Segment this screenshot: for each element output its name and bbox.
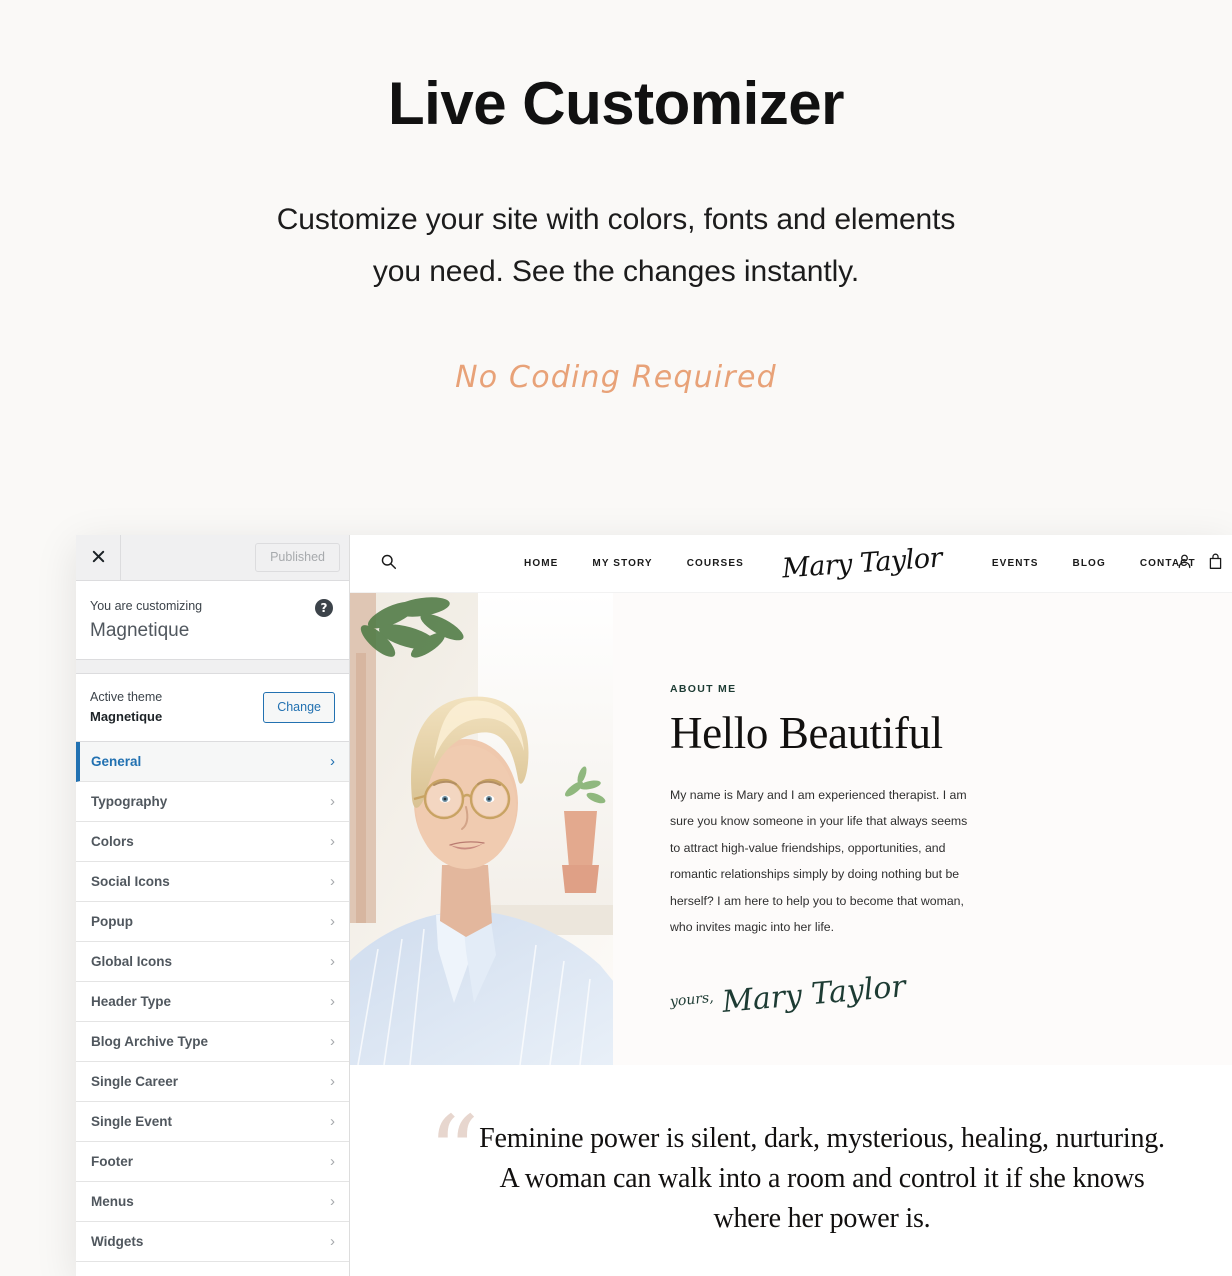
about-heading: Hello Beautiful xyxy=(670,708,943,758)
page-title: Live Customizer xyxy=(388,70,844,137)
active-theme-name: Magnetique xyxy=(90,709,163,725)
customizer-topbar: Published xyxy=(76,535,349,581)
sidebar-item-footer[interactable]: Footer › xyxy=(76,1142,349,1183)
chevron-right-icon: › xyxy=(330,1193,335,1211)
chevron-right-icon: › xyxy=(330,1033,335,1051)
nav-link-courses[interactable]: COURSES xyxy=(687,558,744,569)
sidebar-item-widgets[interactable]: Widgets › xyxy=(76,1222,349,1263)
chevron-right-icon: › xyxy=(330,953,335,971)
page-subtitle-line2: you need. See the changes instantly. xyxy=(372,254,860,288)
portrait-photo-illustration xyxy=(350,593,613,1065)
search-icon xyxy=(380,553,397,575)
sidebar-item-label: Header Type xyxy=(91,994,172,1010)
about-eyebrow: ABOUT ME xyxy=(670,683,737,695)
sidebar-item-label: General xyxy=(91,754,142,770)
site-preview: HOME MY STORY COURSES Mary Taylor EVENTS… xyxy=(350,535,1232,1276)
sidebar-item-single-career[interactable]: Single Career › xyxy=(76,1062,349,1103)
customizing-theme-name: Magnetique xyxy=(90,619,190,641)
sidebar-item-label: Colors xyxy=(91,834,134,850)
hero-section: ABOUT ME Hello Beautiful My name is Mary… xyxy=(350,593,1232,1065)
chevron-right-icon: › xyxy=(330,873,335,891)
cart-icon[interactable] xyxy=(1207,553,1224,575)
sidebar-item-single-event[interactable]: Single Event › xyxy=(76,1102,349,1143)
nav-link-my-story[interactable]: MY STORY xyxy=(592,558,652,569)
sidebar-item-label: Blog Archive Type xyxy=(91,1034,209,1050)
active-theme-row: Active theme Magnetique Change xyxy=(76,674,349,743)
help-icon[interactable]: ? xyxy=(315,599,333,617)
sidebar-item-label: Popup xyxy=(91,914,133,930)
close-icon xyxy=(91,549,106,567)
chevron-right-icon: › xyxy=(330,793,335,811)
hero-photo xyxy=(350,593,613,1065)
customizer-sidebar: Published You are customizing Magnetique… xyxy=(76,535,350,1276)
sidebar-item-label: Typography xyxy=(91,794,168,810)
nav-links-right: EVENTS BLOG CONTACT xyxy=(992,558,1196,569)
sidebar-item-global-icons[interactable]: Global Icons › xyxy=(76,942,349,983)
search-button[interactable] xyxy=(380,553,404,575)
sidebar-item-general[interactable]: General › xyxy=(76,742,349,783)
customizer-menu: General › Typography › Colors › Social I… xyxy=(76,742,349,1263)
page-subtitle: Customize your site with colors, fonts a… xyxy=(0,194,1232,297)
nav-link-home[interactable]: HOME xyxy=(524,558,558,569)
sidebar-item-social-icons[interactable]: Social Icons › xyxy=(76,862,349,903)
sidebar-item-label: Global Icons xyxy=(91,954,173,970)
nav-link-blog[interactable]: BLOG xyxy=(1073,558,1106,569)
sidebar-item-label: Footer xyxy=(91,1154,133,1170)
chevron-right-icon: › xyxy=(330,1073,335,1091)
active-theme-info: Active theme Magnetique xyxy=(90,687,162,728)
sidebar-item-colors[interactable]: Colors › xyxy=(76,822,349,863)
sidebar-item-typography[interactable]: Typography › xyxy=(76,782,349,823)
sidebar-item-popup[interactable]: Popup › xyxy=(76,902,349,943)
chevron-right-icon: › xyxy=(330,1113,335,1131)
publish-button[interactable]: Published xyxy=(255,542,340,573)
account-icon[interactable] xyxy=(1176,553,1193,575)
chevron-right-icon: › xyxy=(330,1153,335,1171)
quote-text: Feminine power is silent, dark, mysterio… xyxy=(479,1123,1165,1234)
chevron-right-icon: › xyxy=(330,1233,335,1251)
nav-links-left: HOME MY STORY COURSES xyxy=(524,558,744,569)
page-subtitle-line1: Customize your site with colors, fonts a… xyxy=(276,203,956,236)
tagline: No Coding Required xyxy=(455,360,777,396)
active-theme-label: Active theme xyxy=(90,690,163,705)
quote-mark-icon: “ xyxy=(428,1094,480,1211)
change-theme-button[interactable]: Change xyxy=(263,692,335,724)
sidebar-item-label: Single Career xyxy=(91,1074,179,1090)
chevron-right-icon: › xyxy=(330,833,335,851)
sidebar-item-label: Widgets xyxy=(91,1234,144,1250)
promo-header: Live Customizer Customize your site with… xyxy=(0,0,1232,396)
site-logo[interactable]: Mary Taylor xyxy=(781,542,943,584)
sidebar-item-label: Menus xyxy=(91,1194,134,1210)
site-navbar: HOME MY STORY COURSES Mary Taylor EVENTS… xyxy=(350,535,1232,593)
chevron-right-icon: › xyxy=(330,913,335,931)
signature-prefix: yours, xyxy=(669,989,715,1011)
customizer-screenshot: Published You are customizing Magnetique… xyxy=(76,535,1232,1276)
customizing-info: You are customizing Magnetique ? xyxy=(76,581,349,661)
section-divider xyxy=(76,660,349,675)
chevron-right-icon: › xyxy=(330,753,335,771)
sidebar-item-header-type[interactable]: Header Type › xyxy=(76,982,349,1023)
signature-name: Mary Taylor xyxy=(720,968,907,1020)
about-section: ABOUT ME Hello Beautiful My name is Mary… xyxy=(613,593,1232,1065)
quote-section: “ Feminine power is silent, dark, myster… xyxy=(350,1065,1232,1276)
nav-icons xyxy=(1176,553,1224,575)
sidebar-item-label: Single Event xyxy=(91,1114,173,1130)
sidebar-item-blog-archive-type[interactable]: Blog Archive Type › xyxy=(76,1022,349,1063)
customizing-label: You are customizing xyxy=(90,599,203,613)
nav-link-events[interactable]: EVENTS xyxy=(992,558,1039,569)
signature: yours, Mary Taylor xyxy=(669,969,1192,1020)
about-body: My name is Mary and I am experienced the… xyxy=(670,787,968,935)
close-button[interactable] xyxy=(76,535,121,580)
sidebar-item-menus[interactable]: Menus › xyxy=(76,1182,349,1223)
sidebar-item-label: Social Icons xyxy=(91,874,170,890)
chevron-right-icon: › xyxy=(330,993,335,1011)
